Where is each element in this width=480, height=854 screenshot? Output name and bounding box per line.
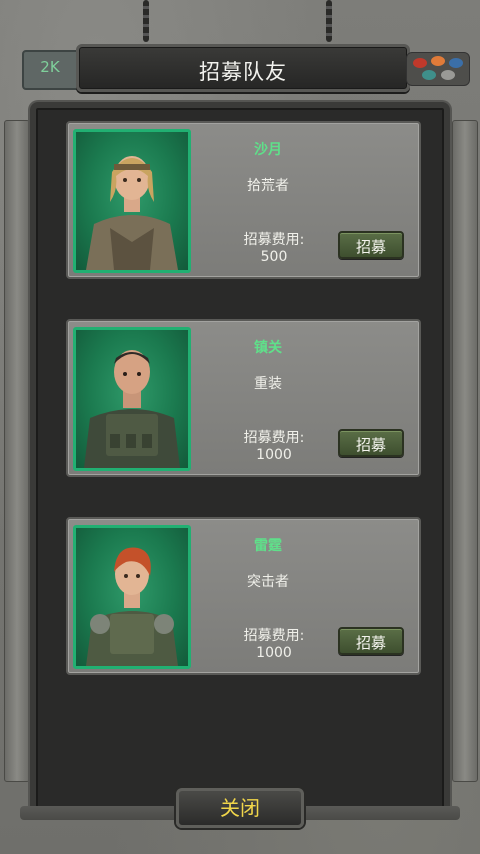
- teal-gem-icon: [422, 70, 436, 80]
- recruit-card: 雷霆 突击者 招募费用: 1000 招募: [66, 517, 421, 675]
- red-gem-icon: [413, 58, 427, 68]
- recruit-button[interactable]: 招募: [338, 429, 404, 457]
- recruit-button[interactable]: 招募: [338, 627, 404, 655]
- female-assault-portrait: [73, 525, 191, 669]
- gray-gem-icon: [441, 70, 455, 80]
- cost-label: 招募费用:: [243, 430, 305, 446]
- resource-badges: [406, 52, 470, 86]
- cost-value: 1000: [256, 447, 292, 463]
- cost-label: 招募费用:: [243, 232, 305, 248]
- right-metal-frame: [452, 120, 478, 782]
- recruit-card: 镇关 重装 招募费用: 1000 招募: [66, 319, 421, 477]
- orange-gem-icon: [431, 56, 445, 66]
- cost-value: 500: [260, 249, 288, 265]
- recruit-name: 镇关: [254, 340, 282, 356]
- cost-label: 招募费用:: [243, 628, 305, 644]
- female-scavenger-portrait: [73, 129, 191, 273]
- recruit-role: 突击者: [247, 574, 289, 590]
- recruit-role: 拾荒者: [247, 178, 289, 194]
- cost-value: 1000: [256, 645, 292, 661]
- level-label: 2K: [40, 58, 60, 76]
- left-metal-frame: [4, 120, 30, 782]
- hanging-chain-left: [143, 0, 149, 42]
- close-button[interactable]: 关闭: [176, 788, 304, 828]
- recruit-role: 重装: [254, 376, 282, 392]
- title-bar: 招募队友: [76, 44, 410, 92]
- male-heavy-armor-portrait: [73, 327, 191, 471]
- hanging-chain-right: [326, 0, 332, 42]
- recruit-name: 雷霆: [254, 538, 282, 554]
- recruit-name: 沙月: [254, 142, 282, 158]
- page-title: 招募队友: [199, 60, 287, 84]
- blue-gem-icon: [449, 58, 463, 68]
- recruit-button[interactable]: 招募: [338, 231, 404, 259]
- recruit-card: 沙月 拾荒者 招募费用: 500 招募: [66, 121, 421, 279]
